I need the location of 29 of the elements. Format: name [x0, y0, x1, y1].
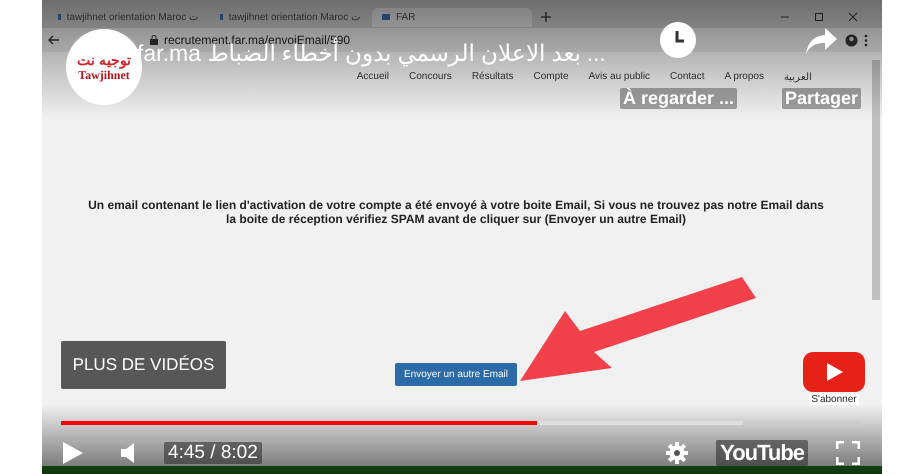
nav-link[interactable]: Compte: [534, 71, 569, 83]
profile-icon[interactable]: [845, 34, 858, 46]
lock-icon: [150, 35, 158, 45]
new-tab-icon[interactable]: [540, 11, 552, 23]
nav-link[interactable]: العربية: [784, 71, 812, 83]
scrollbar[interactable]: [872, 60, 880, 300]
close-icon[interactable]: [848, 12, 858, 22]
clock-icon[interactable]: [660, 22, 696, 58]
restore-icon[interactable]: [814, 12, 824, 22]
menu-icon[interactable]: [864, 34, 868, 46]
subscribe-play-icon[interactable]: [803, 352, 865, 392]
browser-tab[interactable]: FAR: [372, 8, 532, 26]
nav-link[interactable]: Résultats: [472, 71, 514, 83]
fullscreen-icon[interactable]: [836, 441, 860, 465]
nav-link[interactable]: Contact: [670, 71, 705, 83]
subscribe-label[interactable]: S'abonner: [809, 394, 859, 405]
nav-link[interactable]: A propos: [724, 71, 764, 83]
more-videos-button[interactable]: PLUS DE VIDÉOS: [61, 341, 226, 389]
nav-link[interactable]: Avis au public: [588, 71, 650, 83]
youtube-logo[interactable]: YouTube: [716, 440, 808, 466]
video-player[interactable]: [42, 0, 882, 474]
resend-email-button[interactable]: Envoyer un autre Email: [395, 363, 517, 386]
message-text: Un email contenant le lien d'activation de votre compte a été envoyé à votre boite Email, Si vous ne trouvez pas notre Email dans la boite de réception vérifiez SPAM avant de cliquer sur (Envoyer un autre Email): [87, 198, 825, 226]
time-display: 4:45 / 8:02: [164, 442, 262, 464]
nav-link[interactable]: Concours: [409, 71, 452, 83]
back-arrow-icon[interactable]: [48, 35, 60, 45]
share-icon[interactable]: [805, 26, 839, 56]
nav-link[interactable]: Accueil: [356, 71, 389, 83]
play-icon[interactable]: [62, 441, 84, 465]
